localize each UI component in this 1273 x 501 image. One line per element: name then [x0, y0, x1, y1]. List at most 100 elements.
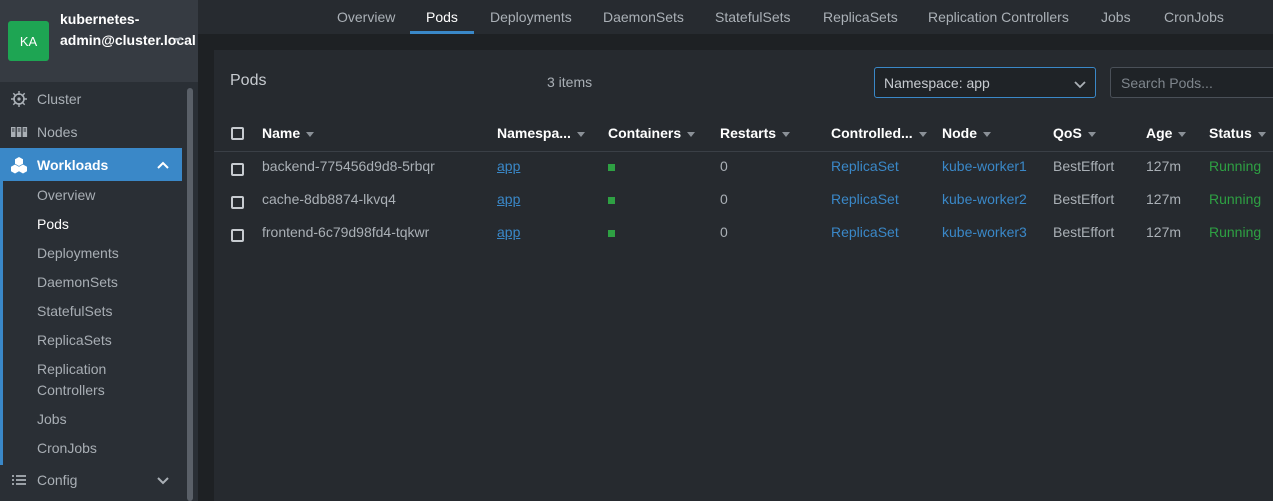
controlled-by-link[interactable]: ReplicaSet: [831, 191, 899, 207]
sort-icon: [1257, 131, 1266, 137]
namespace-link[interactable]: app: [497, 224, 520, 240]
pods-panel: Pods 3 items Namespace: app Name Namespa…: [214, 50, 1273, 501]
app-window: KA kubernetes-admin@cluster.local Cluste…: [0, 0, 1273, 501]
sidebar-scrollbar[interactable]: [187, 88, 193, 501]
submenu-item-replicasets[interactable]: ReplicaSets: [37, 330, 112, 351]
age-value: 127m: [1146, 158, 1182, 174]
controlled-by-link[interactable]: ReplicaSet: [831, 224, 899, 240]
sidebar-item-label: Workloads: [37, 156, 109, 173]
row-checkbox[interactable]: [231, 163, 244, 176]
status-value: Running: [1209, 224, 1262, 240]
status-value: Running: [1209, 158, 1262, 174]
tab-overview[interactable]: Overview: [337, 0, 395, 34]
column-header-label: Restarts: [720, 125, 777, 141]
column-header-label: Name: [262, 125, 301, 141]
tab-pods[interactable]: Pods: [426, 0, 458, 34]
pod-name[interactable]: backend-775456d9d8-5rbqr: [262, 158, 435, 174]
select-all-checkbox[interactable]: [231, 127, 244, 140]
table-row[interactable]: frontend-6c79d98fd4-tqkwr app 0 ReplicaS…: [214, 217, 1273, 250]
submenu-item-pods[interactable]: Pods: [37, 214, 69, 235]
pod-name[interactable]: frontend-6c79d98fd4-tqkwr: [262, 224, 429, 240]
column-header-node[interactable]: Node: [942, 125, 991, 141]
node-link[interactable]: kube-worker3: [942, 224, 1027, 240]
sort-icon: [983, 131, 991, 137]
table-header: Name Namespa... Containers Restarts Cont…: [214, 116, 1273, 152]
column-header-controlled-by[interactable]: Controlled...: [831, 125, 927, 141]
column-header-namespace[interactable]: Namespa...: [497, 125, 585, 141]
column-header-label: QoS: [1053, 125, 1082, 141]
cluster-selector[interactable]: KA kubernetes-admin@cluster.local: [0, 0, 198, 82]
column-header-age[interactable]: Age: [1146, 125, 1187, 141]
table-row[interactable]: cache-8db8874-lkvq4 app 0 ReplicaSet kub…: [214, 184, 1273, 217]
chevron-down-icon: [157, 477, 169, 485]
cluster-avatar: KA: [8, 21, 49, 61]
sidebar-item-cluster[interactable]: Cluster: [0, 82, 182, 115]
caret-down-icon: [174, 38, 182, 42]
node-link[interactable]: kube-worker2: [942, 191, 1027, 207]
submenu-item-statefulsets[interactable]: StatefulSets: [37, 301, 113, 322]
column-header-label: Status: [1209, 125, 1252, 141]
sidebar-item-label: Config: [37, 471, 78, 488]
row-checkbox[interactable]: [231, 229, 244, 242]
sort-icon: [687, 131, 696, 137]
column-header-label: Age: [1146, 125, 1173, 141]
column-header-status[interactable]: Status: [1209, 125, 1266, 141]
container-status-indicator: [608, 230, 615, 237]
age-value: 127m: [1146, 224, 1182, 240]
sort-icon: [918, 131, 927, 137]
restarts-value: 0: [720, 224, 728, 240]
namespace-select-value: Namespace: app: [884, 75, 990, 91]
tab-daemonsets[interactable]: DaemonSets: [603, 0, 684, 34]
sidebar-item-label: Cluster: [37, 90, 82, 107]
sidebar-item-workloads[interactable]: Workloads: [0, 148, 182, 181]
node-link[interactable]: kube-worker1: [942, 158, 1027, 174]
column-header-containers[interactable]: Containers: [608, 125, 696, 141]
search-input[interactable]: [1110, 67, 1273, 98]
sort-icon: [1178, 131, 1187, 137]
column-header-qos[interactable]: QoS: [1053, 125, 1096, 141]
chevron-up-icon: [157, 161, 169, 169]
submenu-item-deployments[interactable]: Deployments: [37, 243, 119, 264]
qos-value: BestEffort: [1053, 191, 1115, 207]
column-header-label: Node: [942, 125, 977, 141]
sidebar-item-label: Nodes: [37, 123, 78, 140]
column-header-label: Namespa...: [497, 125, 571, 141]
submenu-item-replication-controllers[interactable]: Replication Controllers: [37, 359, 147, 401]
tab-deployments[interactable]: Deployments: [490, 0, 572, 34]
qos-value: BestEffort: [1053, 224, 1115, 240]
restarts-value: 0: [720, 191, 728, 207]
submenu-item-cronjobs[interactable]: CronJobs: [37, 438, 97, 459]
workloads-submenu: Overview Pods Deployments DaemonSets Sta…: [0, 181, 182, 465]
page-title: Pods: [230, 72, 267, 89]
sort-icon: [576, 131, 585, 137]
sidebar-item-nodes[interactable]: Nodes: [0, 115, 182, 148]
workloads-icon: [11, 157, 27, 174]
pod-name[interactable]: cache-8db8874-lkvq4: [262, 191, 396, 207]
column-header-label: Controlled...: [831, 125, 913, 141]
namespace-link[interactable]: app: [497, 191, 520, 207]
container-status-indicator: [608, 164, 615, 171]
qos-value: BestEffort: [1053, 158, 1115, 174]
namespace-link[interactable]: app: [497, 158, 520, 174]
submenu-item-overview[interactable]: Overview: [37, 185, 95, 206]
tab-replicasets[interactable]: ReplicaSets: [823, 0, 898, 34]
age-value: 127m: [1146, 191, 1182, 207]
workload-tabs: Overview Pods Deployments DaemonSets Sta…: [198, 0, 1273, 34]
namespace-select[interactable]: Namespace: app: [874, 67, 1096, 98]
tab-replication-controllers[interactable]: Replication Controllers: [928, 0, 1069, 34]
chevron-down-icon: [1074, 81, 1086, 89]
controlled-by-link[interactable]: ReplicaSet: [831, 158, 899, 174]
column-header-name[interactable]: Name: [262, 125, 315, 141]
tab-cronjobs[interactable]: CronJobs: [1164, 0, 1224, 34]
tab-statefulsets[interactable]: StatefulSets: [715, 0, 791, 34]
status-value: Running: [1209, 191, 1262, 207]
table-row[interactable]: backend-775456d9d8-5rbqr app 0 ReplicaSe…: [214, 151, 1273, 184]
sidebar-item-config[interactable]: Config: [0, 463, 182, 496]
sort-icon: [306, 131, 315, 137]
submenu-item-daemonsets[interactable]: DaemonSets: [37, 272, 118, 293]
tab-jobs[interactable]: Jobs: [1101, 0, 1131, 34]
restarts-value: 0: [720, 158, 728, 174]
column-header-restarts[interactable]: Restarts: [720, 125, 791, 141]
row-checkbox[interactable]: [231, 196, 244, 209]
submenu-item-jobs[interactable]: Jobs: [37, 409, 67, 430]
